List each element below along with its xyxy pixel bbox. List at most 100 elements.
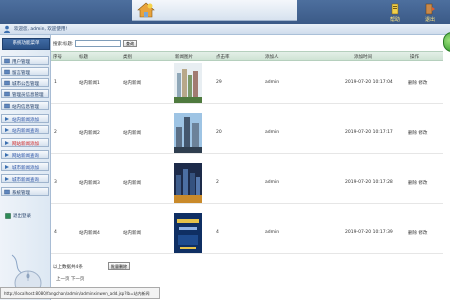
- col-time: 添加时间: [354, 54, 372, 60]
- sidebar-item[interactable]: 网站新闻添加: [1, 138, 49, 147]
- browser-status-bar: http://localhost:8080/fangchan/admin/adm…: [0, 287, 160, 299]
- logout-item[interactable]: 退出登录: [4, 212, 48, 220]
- cell-ops[interactable]: 删除 修改: [408, 180, 427, 186]
- cell-author: admin: [265, 180, 280, 185]
- news-image-city-icon: [174, 63, 202, 103]
- logout-label: 退出登录: [13, 214, 31, 219]
- arrow-icon: [5, 165, 9, 169]
- sidebar-item-label: 网站新闻添加: [12, 141, 39, 147]
- arrow-icon: [5, 153, 9, 157]
- sidebar-item-label: 用户管理: [12, 59, 30, 65]
- cell-clicks: 2: [216, 180, 219, 185]
- news-image-tower-icon: [174, 113, 202, 153]
- col-type: 类别: [123, 54, 132, 60]
- sidebar-item-label: 城市新闻添加: [12, 165, 39, 171]
- col-clicks: 点击率: [216, 54, 230, 60]
- cell-title[interactable]: 站内新闻1: [79, 80, 100, 86]
- green-toggle-button[interactable]: [443, 32, 450, 52]
- cell-no: 1: [54, 80, 57, 85]
- record-count: 以上数据共4条: [53, 265, 83, 270]
- cell-ops[interactable]: 删除 修改: [408, 80, 427, 86]
- cell-author: admin: [265, 80, 280, 85]
- sidebar-title: 系统功能菜单: [2, 38, 50, 50]
- cell-time: 2019-07-20 10:17:17: [345, 130, 393, 135]
- user-icon: [4, 25, 10, 33]
- folder-icon: [4, 103, 10, 109]
- exit-label: 退出: [424, 17, 435, 23]
- search-row: 搜索: 标题: 查询: [51, 40, 441, 48]
- table-row: 2 站内新闻2 站内新闻 20 admin 2019-07-20 10:17:1…: [51, 113, 443, 154]
- cell-type: 站内新闻: [123, 181, 141, 186]
- news-image-night-city-icon: [174, 163, 202, 203]
- cell-ops[interactable]: 删除 修改: [408, 230, 427, 236]
- search-input[interactable]: [75, 40, 121, 47]
- cell-type: 站内新闻: [123, 81, 141, 86]
- sidebar-item[interactable]: 站内新闻添加: [1, 114, 49, 123]
- sidebar-item[interactable]: 留言管理: [1, 67, 49, 76]
- sidebar: 系统功能菜单 用户管理留言管理城市公告管理 管理员信息管理 站内信息管理 站内新闻添加…: [0, 35, 51, 300]
- cell-clicks: 4: [216, 230, 219, 235]
- welcome-text: 欢迎您, admin, 欢迎使用!: [14, 27, 68, 32]
- cell-ops[interactable]: 删除 修改: [408, 130, 427, 136]
- sidebar-item-label: 系统管理: [12, 190, 30, 196]
- sidebar-item[interactable]: 用户管理: [1, 56, 49, 65]
- cell-clicks: 29: [216, 80, 222, 85]
- sidebar-item-label: 网站新闻查询: [12, 153, 39, 159]
- col-image: 新闻图片: [175, 54, 193, 60]
- cell-author: admin: [265, 130, 280, 135]
- folder-icon: [4, 91, 10, 97]
- table-row: 3 站内新闻3 站内新闻 2 admin 2019-07-20 10:17:28…: [51, 163, 443, 204]
- cell-title[interactable]: 站内新闻4: [79, 230, 100, 236]
- arrow-icon: [5, 128, 9, 132]
- sidebar-item[interactable]: 城市新闻查询: [1, 174, 49, 183]
- arrow-icon: [5, 117, 9, 121]
- cell-author: admin: [265, 230, 280, 235]
- sidebar-item-label: 站内信息管理: [12, 104, 39, 110]
- cell-no: 3: [54, 180, 57, 185]
- sidebar-item-label: 管理员信息管理: [12, 92, 44, 98]
- sidebar-item[interactable]: 系统管理: [1, 187, 49, 196]
- cell-type: 站内新闻: [123, 231, 141, 236]
- help-label: 帮助: [389, 17, 400, 23]
- col-title: 标题: [79, 54, 88, 60]
- cell-time: 2019-07-20 10:17:28: [345, 180, 393, 185]
- top-header: 帮助 退出: [0, 0, 450, 24]
- exit-icon: [425, 3, 435, 15]
- welcome-bar: 欢迎您, admin, 欢迎使用!: [0, 24, 450, 35]
- exit-button[interactable]: 退出: [418, 2, 442, 24]
- folder-icon: [4, 189, 10, 195]
- header-banner: [132, 0, 297, 21]
- batch-delete-button[interactable]: 批量删除: [108, 262, 130, 270]
- sidebar-item[interactable]: 城市新闻添加: [1, 162, 49, 171]
- sidebar-item[interactable]: 站内信息管理: [1, 101, 49, 110]
- sidebar-item[interactable]: 城市公告管理: [1, 78, 49, 87]
- sidebar-item-label: 站内新闻查询: [12, 128, 39, 134]
- folder-icon: [4, 58, 10, 64]
- help-icon: [391, 3, 399, 15]
- col-ops: 操作: [410, 54, 419, 60]
- cell-no: 4: [54, 230, 57, 235]
- cell-title[interactable]: 站内新闻3: [79, 180, 100, 186]
- table-row: 1 站内新闻1 站内新闻 29 admin 2019-07-20 10:17:0…: [51, 63, 443, 104]
- sidebar-item-label: 留言管理: [12, 70, 30, 76]
- table-header: 序号 标题 类别 新闻图片 点击率 添加人 添加时间 操作: [51, 51, 443, 61]
- sidebar-item[interactable]: 网站新闻查询: [1, 150, 49, 159]
- status-url: http://localhost:8080/fangchan/admin/adm…: [4, 291, 150, 296]
- cell-time: 2019-07-20 10:17:04: [345, 80, 393, 85]
- sidebar-item-label: 站内新闻添加: [12, 117, 39, 123]
- sidebar-item[interactable]: 站内新闻查询: [1, 125, 49, 134]
- folder-icon: [4, 80, 10, 86]
- help-button[interactable]: 帮助: [383, 2, 407, 24]
- main-content: 搜索: 标题: 查询 序号 标题 类别 新闻图片 点击率 添加人 添加时间 操作…: [51, 35, 443, 300]
- cell-title[interactable]: 站内新闻2: [79, 130, 100, 136]
- house-logo-icon: [137, 2, 155, 18]
- news-image-poster-icon: [174, 213, 202, 253]
- sidebar-item[interactable]: 管理员信息管理: [1, 89, 49, 98]
- pager[interactable]: 上一页 下一页: [56, 276, 84, 282]
- sidebar-item-label: 城市新闻查询: [12, 177, 39, 183]
- arrow-icon: [5, 141, 9, 145]
- logout-icon: [5, 213, 11, 219]
- cell-no: 2: [54, 130, 57, 135]
- search-button[interactable]: 查询: [123, 40, 137, 47]
- sidebar-item-label: 城市公告管理: [12, 81, 39, 87]
